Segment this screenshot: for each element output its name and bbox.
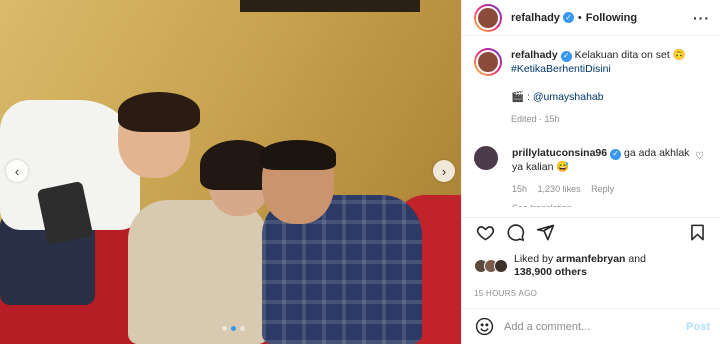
bookmark-save-icon[interactable] xyxy=(686,222,708,244)
liked-by-prefix: Liked by xyxy=(514,253,557,265)
carousel-dots xyxy=(222,326,245,331)
add-comment-input[interactable] xyxy=(504,320,687,333)
post-header: refalhady ✓ • Following ··· xyxy=(462,0,720,36)
likes-summary: Liked by armanfebryan and 138,900 others xyxy=(462,247,720,279)
carousel-next-button[interactable]: › xyxy=(433,160,455,182)
liked-by-and: and xyxy=(625,253,646,265)
caption-credit-mention[interactable]: @umayshahab xyxy=(533,91,604,103)
comment-like-heart-icon[interactable]: ♡ xyxy=(695,151,704,162)
post-side-panel: refalhady ✓ • Following ··· refalhady ✓ K… xyxy=(461,0,720,344)
following-button[interactable]: Following xyxy=(586,12,637,24)
comment-time: 15h xyxy=(512,184,528,194)
caption-meta: Edited · 15h xyxy=(511,114,560,124)
separator-dot: • xyxy=(577,11,582,24)
carousel-dot xyxy=(240,326,245,331)
chevron-left-icon: ‹ xyxy=(14,163,20,179)
comment-reply-button[interactable]: Reply xyxy=(591,184,614,194)
carousel-dot-active xyxy=(231,326,236,331)
liked-by-others[interactable]: 138,900 others xyxy=(514,266,587,278)
caption-text: refalhady ✓ Kelakuan dita on set 🙃 #Ketik… xyxy=(511,48,686,126)
liked-by-text: Liked by armanfebryan and 138,900 others xyxy=(514,253,646,279)
carousel-dot xyxy=(222,326,227,331)
comment-bubble-icon[interactable] xyxy=(504,222,526,244)
comment-likes[interactable]: 1,230 likes xyxy=(538,184,581,194)
person-middle-body xyxy=(128,200,268,344)
verified-badge-icon: ✓ xyxy=(610,148,622,160)
caption-hashtag[interactable]: #KetikaBerhentiDisini xyxy=(511,63,611,75)
person-right-hair xyxy=(260,140,336,170)
chevron-right-icon: › xyxy=(441,163,447,179)
caption-username[interactable]: refalhady xyxy=(511,49,558,61)
person-left-hair xyxy=(118,92,200,132)
like-heart-icon[interactable] xyxy=(474,222,496,244)
more-horizontal-icon[interactable]: ··· xyxy=(693,10,710,26)
verified-badge-icon: ✓ xyxy=(560,50,572,62)
caption-avatar[interactable] xyxy=(474,48,502,76)
emoji-smiley-icon[interactable] xyxy=(474,317,494,337)
comment-meta: 15h 1,230 likes Reply xyxy=(512,182,692,196)
caption-body: Kelakuan dita on set 🙃 xyxy=(574,49,686,61)
comment-body: prillylatuconsina96 ✓ ga ada akhlak ya ka… xyxy=(512,146,692,207)
caption: refalhady ✓ Kelakuan dita on set 🙃 #Ketik… xyxy=(474,48,708,126)
comments-area: refalhady ✓ Kelakuan dita on set 🙃 #Ketik… xyxy=(462,36,720,217)
comment-item: prillylatuconsina96 ✓ ga ada akhlak ya ka… xyxy=(474,146,708,207)
commenter-username[interactable]: prillylatuconsina96 xyxy=(512,147,607,159)
liked-by-user[interactable]: armanfebryan xyxy=(556,253,625,265)
commenter-avatar[interactable] xyxy=(474,146,498,170)
author-username[interactable]: refalhady xyxy=(511,12,560,24)
photo-frame-top xyxy=(240,0,420,12)
add-comment-bar: Post xyxy=(462,308,720,344)
post-timestamp: 15 HOURS AGO xyxy=(474,289,538,298)
see-translation-link[interactable]: See translation xyxy=(512,201,692,207)
verified-badge-icon: ✓ xyxy=(562,12,574,23)
caption-credit-prefix: 🎬 : xyxy=(511,91,533,103)
action-bar xyxy=(462,217,720,247)
liker-avatars xyxy=(474,259,508,273)
carousel-prev-button[interactable]: ‹ xyxy=(6,160,28,182)
post-photo[interactable]: ‹ › xyxy=(0,0,461,344)
author-avatar[interactable] xyxy=(474,3,502,32)
post-comment-button[interactable]: Post xyxy=(686,321,710,333)
share-paper-plane-icon[interactable] xyxy=(534,222,556,244)
